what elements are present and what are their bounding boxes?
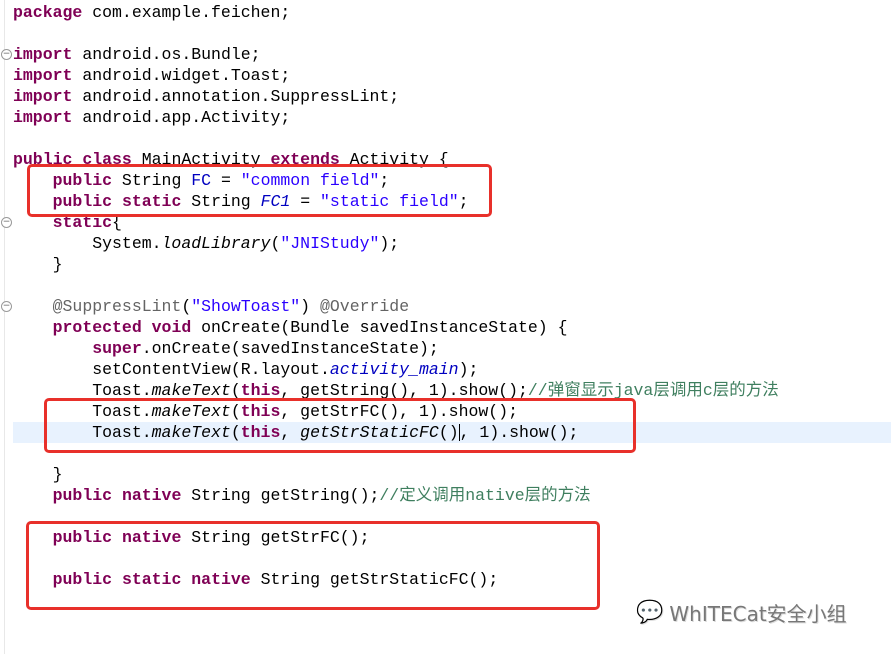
editor-gutter xyxy=(0,0,5,654)
code-token: @Override xyxy=(319,297,410,316)
highlight-box-native-methods xyxy=(26,521,600,610)
code-token: android.app.Activity; xyxy=(72,108,291,127)
code-token: } xyxy=(13,255,63,274)
code-line[interactable]: import android.os.Bundle; xyxy=(13,44,261,65)
watermark-text: WhITECat安全小组 xyxy=(669,602,847,626)
watermark: 💬 WhITECat安全小组 xyxy=(636,598,847,627)
code-token: System. xyxy=(13,234,162,253)
code-token: activity_main xyxy=(329,360,459,379)
code-token: onCreate(Bundle savedInstanceState) { xyxy=(191,318,568,337)
code-line[interactable]: } xyxy=(13,464,63,485)
code-token: native xyxy=(121,486,182,505)
code-token: } xyxy=(13,465,63,484)
fold-toggle-icon[interactable]: − xyxy=(1,217,12,228)
code-line[interactable]: @SuppressLint("ShowToast") @Override xyxy=(13,296,410,317)
code-line[interactable]: super.onCreate(savedInstanceState); xyxy=(13,338,439,359)
wechat-icon: 💬 xyxy=(636,600,664,625)
code-line[interactable]: System.loadLibrary("JNIStudy"); xyxy=(13,233,399,254)
code-token: import xyxy=(13,87,73,106)
code-token: android.os.Bundle; xyxy=(72,45,261,64)
code-token: .onCreate(savedInstanceState); xyxy=(141,339,439,358)
code-token: ( xyxy=(270,234,281,253)
code-token: super xyxy=(92,339,142,358)
fold-toggle-icon[interactable]: − xyxy=(1,301,12,312)
code-token: protected xyxy=(52,318,142,337)
code-token: android.annotation.SuppressLint; xyxy=(72,87,400,106)
code-line[interactable]: setContentView(R.layout.activity_main); xyxy=(13,359,478,380)
fold-toggle-icon[interactable]: − xyxy=(1,49,12,60)
code-line[interactable]: import android.annotation.SuppressLint; xyxy=(13,86,399,107)
code-token: setContentView(R.layout. xyxy=(13,360,330,379)
code-token: "JNIStudy" xyxy=(280,234,380,253)
highlight-box-toast-calls xyxy=(44,398,636,453)
code-editor[interactable]: package com.example.feichen; import andro… xyxy=(0,0,891,654)
code-token: loadLibrary xyxy=(161,234,271,253)
code-token: @SuppressLint xyxy=(52,297,182,316)
code-token: android.widget.Toast; xyxy=(72,66,291,85)
code-token: "ShowToast" xyxy=(191,297,301,316)
code-line[interactable]: package com.example.feichen; xyxy=(13,2,290,23)
code-token: void xyxy=(151,318,192,337)
code-line[interactable]: import android.app.Activity; xyxy=(13,107,290,128)
code-token: ); xyxy=(379,234,400,253)
code-token: public xyxy=(52,486,113,505)
highlight-box-fields xyxy=(27,164,492,217)
code-line[interactable]: } xyxy=(13,254,63,275)
code-token: String getString(); xyxy=(181,486,380,505)
code-line[interactable]: public native String getString();//定义调用n… xyxy=(13,485,591,506)
code-token: package xyxy=(13,3,83,22)
code-token: com.example.feichen; xyxy=(82,3,291,22)
code-token: ( xyxy=(181,297,192,316)
code-line[interactable]: protected void onCreate(Bundle savedInst… xyxy=(13,317,568,338)
code-token: ); xyxy=(458,360,479,379)
code-token: import xyxy=(13,66,73,85)
code-line[interactable]: import android.widget.Toast; xyxy=(13,65,290,86)
code-token: //定义调用native层的方法 xyxy=(379,486,591,505)
code-token: ) xyxy=(300,297,320,316)
code-token: import xyxy=(13,45,73,64)
code-token: import xyxy=(13,108,73,127)
